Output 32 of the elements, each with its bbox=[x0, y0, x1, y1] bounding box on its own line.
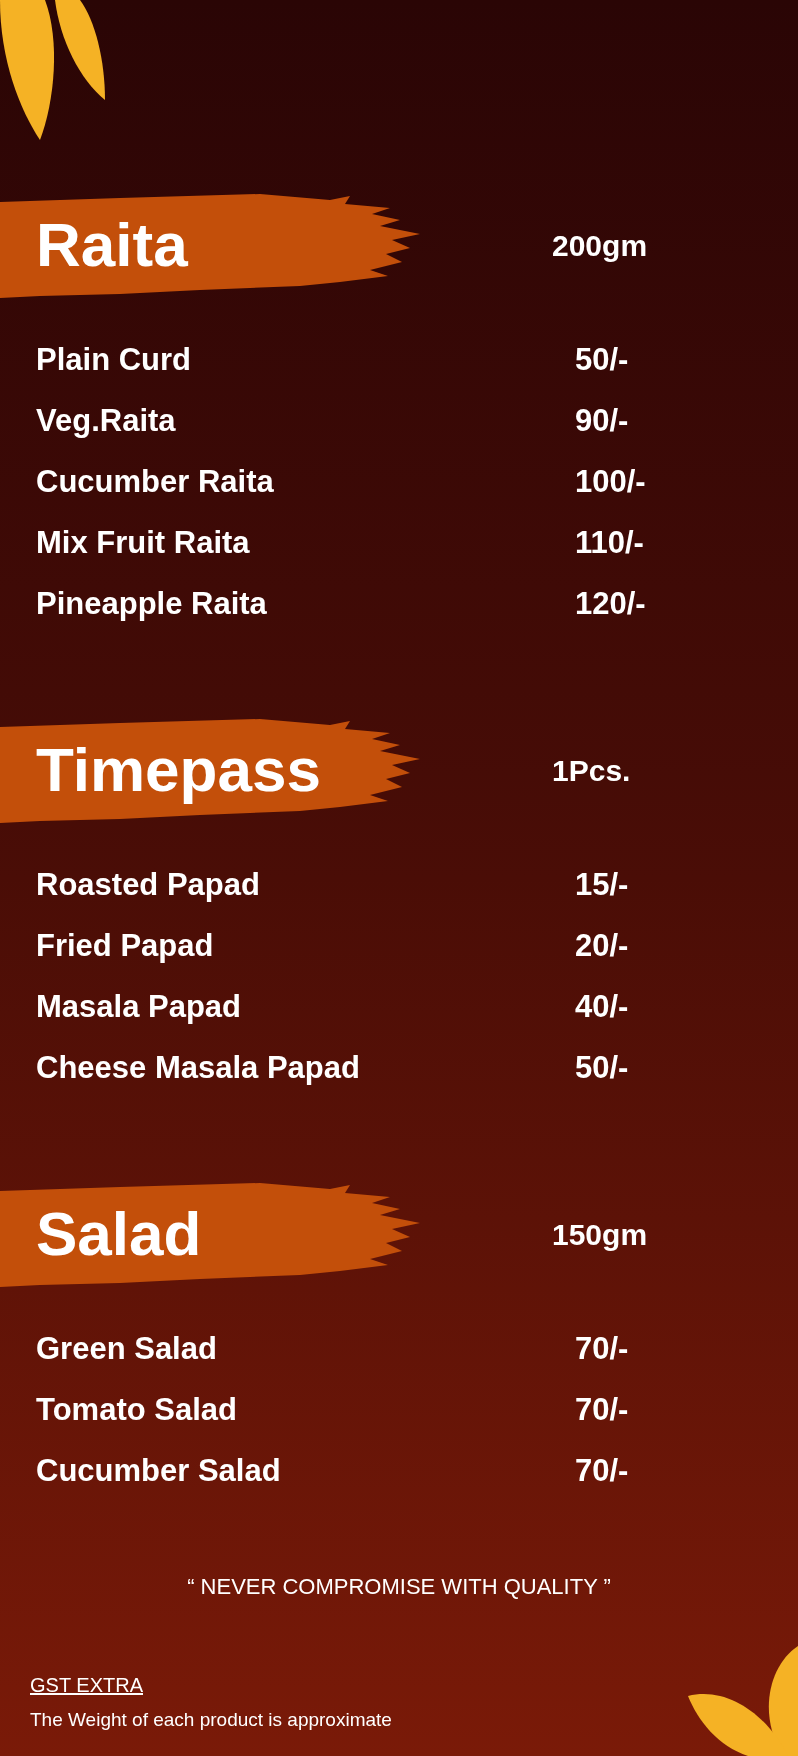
item-price: 70/- bbox=[574, 1391, 630, 1430]
item-name: Plain Curd bbox=[35, 341, 192, 380]
item-price: 120/- bbox=[574, 585, 647, 624]
item-name: Roasted Papad bbox=[35, 866, 261, 905]
item-price: 100/- bbox=[574, 463, 647, 502]
item-name: Cheese Masala Papad bbox=[35, 1049, 361, 1088]
item-name: Green Salad bbox=[35, 1330, 218, 1369]
item-price: 15/- bbox=[574, 866, 630, 905]
portion-size: 200gm bbox=[552, 227, 649, 264]
item-price: 110/- bbox=[574, 524, 645, 563]
section-title: Raita bbox=[36, 214, 188, 276]
item-name: Veg.Raita bbox=[35, 402, 177, 441]
tagline: “ NEVER COMPROMISE WITH QUALITY ” bbox=[187, 1573, 611, 1601]
section-title: Salad bbox=[36, 1203, 202, 1265]
portion-size: 1Pcs. bbox=[552, 752, 632, 789]
item-price: 40/- bbox=[574, 988, 630, 1027]
item-price: 20/- bbox=[574, 927, 630, 966]
item-name: Cucumber Raita bbox=[35, 463, 275, 502]
item-price: 70/- bbox=[574, 1330, 630, 1369]
item-price: 50/- bbox=[574, 341, 630, 380]
item-name: Fried Papad bbox=[35, 927, 215, 966]
item-price: 90/- bbox=[574, 402, 630, 441]
item-price: 50/- bbox=[574, 1049, 630, 1088]
item-name: Cucumber Salad bbox=[35, 1452, 282, 1491]
gst-note: GST EXTRA bbox=[30, 1673, 144, 1698]
weight-note: The Weight of each product is approximate bbox=[30, 1708, 392, 1732]
item-price: 70/- bbox=[574, 1452, 630, 1491]
item-name: Mix Fruit Raita bbox=[35, 524, 251, 563]
item-name: Masala Papad bbox=[35, 988, 243, 1027]
item-name: Tomato Salad bbox=[35, 1391, 238, 1430]
item-name: Pineapple Raita bbox=[35, 585, 268, 624]
portion-size: 150gm bbox=[552, 1216, 649, 1253]
